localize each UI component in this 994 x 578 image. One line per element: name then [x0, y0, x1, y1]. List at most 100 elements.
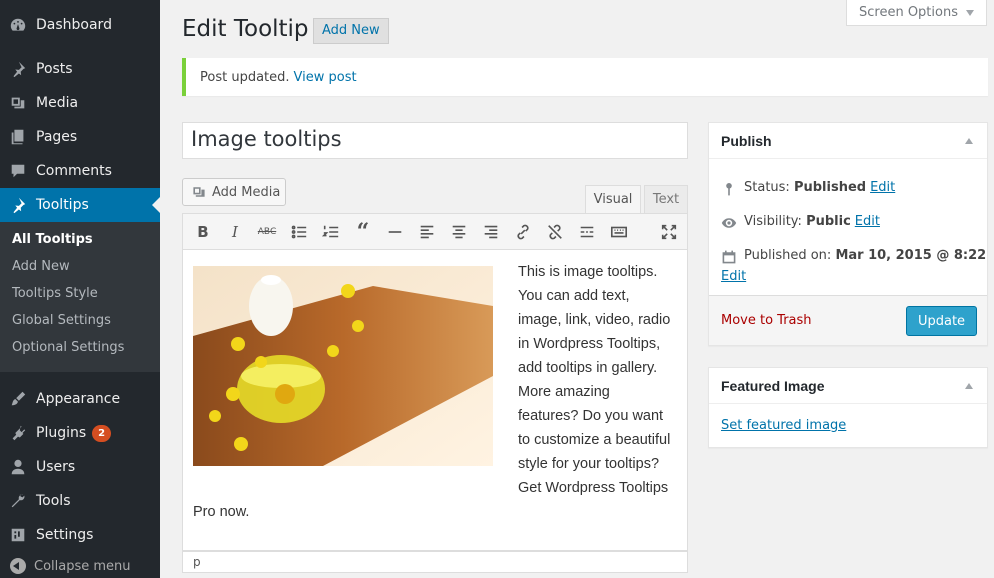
- sidebar-item-settings[interactable]: Settings: [0, 518, 160, 552]
- sidebar-item-label: Tools: [36, 493, 71, 509]
- publish-box: Publish Status: Published Edit Visibility…: [708, 122, 988, 346]
- edit-date-link[interactable]: Edit: [721, 269, 746, 284]
- sidebar-item-label: Media: [36, 95, 79, 111]
- publish-heading-label: Publish: [721, 132, 772, 149]
- edit-status-link[interactable]: Edit: [870, 180, 895, 195]
- sidebar-item-label: Comments: [36, 163, 112, 179]
- set-featured-image-link[interactable]: Set featured image: [721, 418, 846, 433]
- visibility-value: Public: [806, 214, 851, 229]
- visibility-row: Visibility: Public Edit: [721, 214, 880, 231]
- blockquote-icon[interactable]: “: [352, 219, 374, 245]
- sidebar-item-label: Users: [36, 459, 76, 475]
- update-notice: Post updated. View post: [182, 58, 988, 96]
- featured-image-heading[interactable]: Featured Image: [709, 368, 987, 404]
- update-button[interactable]: Update: [906, 306, 977, 336]
- move-to-trash-link[interactable]: Move to Trash: [721, 313, 812, 328]
- sidebar-item-users[interactable]: Users: [0, 450, 160, 484]
- view-post-link[interactable]: View post: [294, 70, 357, 85]
- collapse-menu-button[interactable]: Collapse menu: [0, 552, 160, 578]
- calendar-icon: [722, 250, 736, 264]
- pin-icon: [8, 195, 28, 215]
- page-title: Edit Tooltip: [182, 16, 309, 42]
- notice-text: Post updated.: [200, 69, 290, 85]
- bullet-list-icon[interactable]: [288, 221, 310, 243]
- screen-options-button[interactable]: Screen Options: [846, 0, 987, 26]
- sidebar-item-label: Dashboard: [36, 17, 112, 33]
- status-label: Status:: [744, 180, 790, 195]
- editor-toolbar: B I ABC “: [182, 213, 688, 250]
- submenu-optional-settings[interactable]: Optional Settings: [0, 337, 160, 364]
- add-new-button[interactable]: Add New: [313, 18, 389, 44]
- sidebar-item-pages[interactable]: Pages: [0, 120, 160, 154]
- editor-path: p: [182, 551, 688, 573]
- sidebar-item-label: Pages: [36, 129, 78, 145]
- tooltips-submenu: All Tooltips Add New Tooltips Style Glob…: [0, 222, 160, 372]
- post-body-text: This is image tooltips. You can add text…: [193, 260, 673, 524]
- sidebar-item-label: Plugins: [36, 425, 87, 441]
- published-value: Mar 10, 2015 @ 8:22: [835, 248, 987, 263]
- visibility-label: Visibility:: [744, 214, 802, 229]
- sidebar-item-comments[interactable]: Comments: [0, 154, 160, 188]
- align-center-icon[interactable]: [448, 221, 470, 243]
- chevron-up-icon[interactable]: [965, 138, 973, 144]
- submenu-add-new[interactable]: Add New: [0, 256, 160, 283]
- admin-sidebar: Dashboard Posts Media Pages Comments Too…: [0, 0, 160, 578]
- published-on-row: Published on: Mar 10, 2015 @ 8:22: [721, 248, 986, 265]
- collapse-arrow-icon: [10, 558, 26, 574]
- sidebar-item-posts[interactable]: Posts: [0, 52, 160, 86]
- sidebar-item-plugins[interactable]: Plugins 2: [0, 416, 160, 450]
- strikethrough-icon[interactable]: ABC: [256, 221, 278, 243]
- toolbar-toggle-icon[interactable]: [608, 221, 630, 243]
- tab-visual[interactable]: Visual: [585, 185, 641, 213]
- sidebar-item-appearance[interactable]: Appearance: [0, 382, 160, 416]
- editor-content[interactable]: This is image tooltips. You can add text…: [182, 250, 688, 551]
- link-icon[interactable]: [512, 221, 534, 243]
- comment-icon: [8, 161, 28, 181]
- submenu-all-tooltips[interactable]: All Tooltips: [0, 229, 160, 256]
- status-row: Status: Published Edit: [721, 180, 895, 197]
- user-icon: [8, 457, 28, 477]
- sidebar-item-label: Tooltips: [36, 197, 89, 213]
- tab-text[interactable]: Text: [644, 185, 688, 213]
- submenu-global-settings[interactable]: Global Settings: [0, 310, 160, 337]
- brush-icon: [8, 389, 28, 409]
- screen-options-label: Screen Options: [859, 5, 958, 20]
- media-icon: [8, 93, 28, 113]
- align-left-icon[interactable]: [416, 221, 438, 243]
- plugin-icon: [8, 423, 28, 443]
- italic-icon[interactable]: I: [224, 221, 246, 243]
- horizontal-line-icon[interactable]: [384, 221, 406, 243]
- submenu-tooltips-style[interactable]: Tooltips Style: [0, 283, 160, 310]
- dashboard-icon: [8, 15, 28, 35]
- sidebar-item-label: Appearance: [36, 391, 121, 407]
- sidebar-item-dashboard[interactable]: Dashboard: [0, 8, 160, 42]
- settings-icon: [8, 525, 28, 545]
- status-value: Published: [793, 180, 867, 195]
- media-icon: [193, 187, 205, 197]
- sidebar-item-tools[interactable]: Tools: [0, 484, 160, 518]
- sidebar-item-label: Settings: [36, 527, 94, 543]
- fullscreen-icon[interactable]: [658, 221, 680, 243]
- unlink-icon[interactable]: [544, 221, 566, 243]
- edit-visibility-link[interactable]: Edit: [855, 214, 880, 229]
- publish-heading[interactable]: Publish: [709, 123, 987, 159]
- wrench-icon: [8, 491, 28, 511]
- read-more-icon[interactable]: [576, 221, 598, 243]
- featured-image-box: Featured Image Set featured image: [708, 367, 988, 448]
- post-title-input[interactable]: Image tooltips: [182, 122, 688, 159]
- eye-icon: [721, 218, 737, 228]
- pin-icon: [8, 59, 28, 79]
- sidebar-item-tooltips[interactable]: Tooltips: [0, 188, 160, 222]
- sidebar-item-label: Posts: [36, 61, 73, 77]
- collapse-menu-label: Collapse menu: [34, 558, 131, 574]
- add-media-label: Add Media: [212, 184, 281, 200]
- align-right-icon[interactable]: [480, 221, 502, 243]
- chevron-up-icon[interactable]: [965, 383, 973, 389]
- add-media-button[interactable]: Add Media: [182, 178, 286, 206]
- numbered-list-icon[interactable]: [320, 221, 342, 243]
- pages-icon: [8, 127, 28, 147]
- sidebar-item-media[interactable]: Media: [0, 86, 160, 120]
- publish-actions: Move to Trash Update: [709, 295, 987, 345]
- published-label: Published on:: [744, 248, 832, 263]
- bold-icon[interactable]: B: [192, 221, 214, 243]
